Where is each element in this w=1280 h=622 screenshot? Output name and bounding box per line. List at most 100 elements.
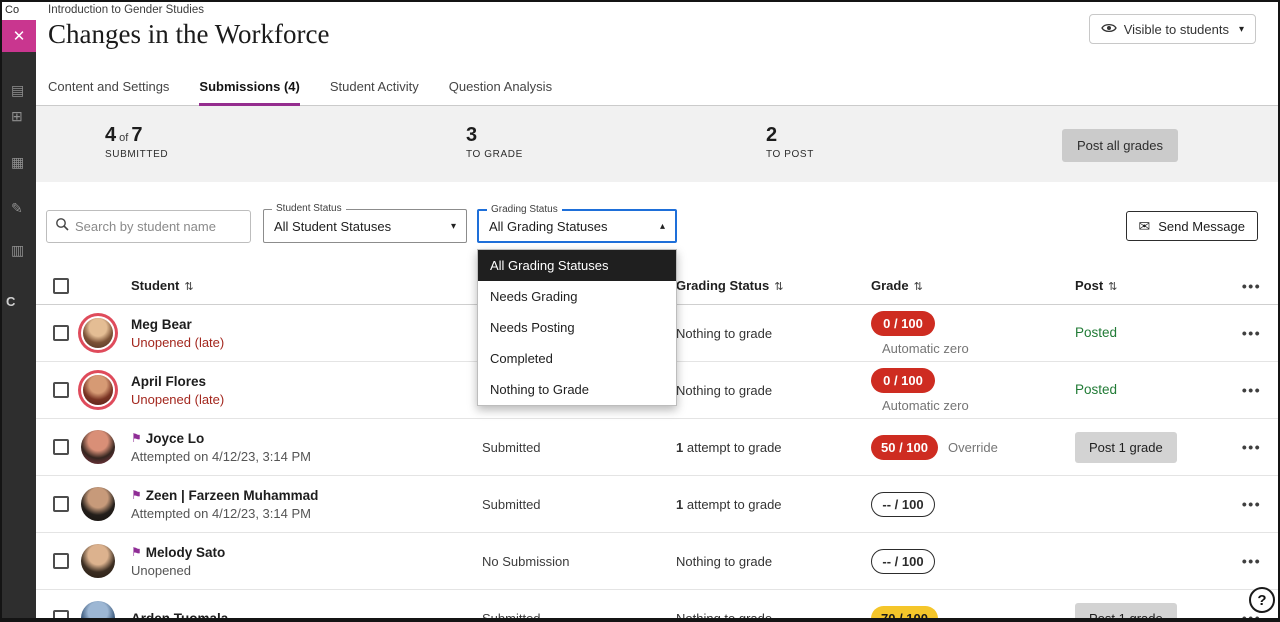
grading-status-cell: Nothing to grade — [676, 383, 871, 398]
eye-icon — [1101, 22, 1117, 37]
post-cell: Posted — [1075, 324, 1225, 342]
flag-icon: ⚑ — [131, 545, 142, 559]
course-sidebar-strip: Co ✕ ▤ ⊞ ▦ ✎ ▥ C — [2, 2, 36, 618]
menu-item-needs-posting[interactable]: Needs Posting — [478, 312, 676, 343]
grade-cell: 70 / 100 — [871, 606, 1075, 622]
menu-item-nothing-to-grade[interactable]: Nothing to Grade — [478, 374, 676, 405]
student-substatus: Attempted on 4/12/23, 3:14 PM — [131, 449, 482, 464]
tab-question-analysis[interactable]: Question Analysis — [449, 79, 552, 105]
search-icon — [55, 217, 69, 236]
to-post-count: 2 — [766, 124, 777, 147]
grade-pill[interactable]: 70 / 100 — [871, 606, 938, 622]
row-checkbox[interactable] — [53, 382, 69, 398]
page-title: Changes in the Workforce — [48, 19, 330, 50]
grade-pill[interactable]: -- / 100 — [871, 549, 935, 574]
tab-student-activity[interactable]: Student Activity — [330, 79, 419, 105]
student-name[interactable]: April Flores — [131, 374, 206, 389]
row-checkbox[interactable] — [53, 553, 69, 569]
visibility-dropdown[interactable]: Visible to students ▾ — [1089, 14, 1256, 44]
envelope-icon: ✉ — [1139, 218, 1151, 235]
row-overflow-menu[interactable]: ••• — [1225, 553, 1278, 569]
flag-icon: ⚑ — [131, 431, 142, 445]
column-grading-status[interactable]: Grading Status⇅ — [676, 278, 871, 293]
row-checkbox[interactable] — [53, 610, 69, 622]
override-label: Override — [948, 440, 998, 455]
grade-cell: -- / 100 — [871, 492, 1075, 517]
grade-pill[interactable]: 50 / 100 — [871, 435, 938, 460]
grade-cell: 50 / 100 Override — [871, 435, 1075, 460]
close-icon: ✕ — [13, 27, 26, 45]
to-post-label: TO POST — [766, 149, 814, 160]
menu-item-all-grading-statuses[interactable]: All Grading Statuses — [478, 250, 676, 281]
column-grade[interactable]: Grade⇅ — [871, 278, 1075, 293]
avatar — [81, 544, 115, 578]
send-message-button[interactable]: ✉ Send Message — [1126, 211, 1258, 241]
stat-to-grade: 3 TO GRADE — [466, 124, 523, 160]
grade-pill[interactable]: 0 / 100 — [871, 368, 935, 393]
student-status-select[interactable]: Student Status All Student Statuses ▾ — [263, 209, 467, 243]
stat-to-post: 2 TO POST — [766, 124, 814, 160]
table-row: ⚑Zeen | Farzeen Muhammad Attempted on 4/… — [36, 476, 1278, 533]
menu-item-completed[interactable]: Completed — [478, 343, 676, 374]
row-overflow-menu[interactable]: ••• — [1225, 496, 1278, 512]
tab-bar: Content and Settings Submissions (4) Stu… — [36, 70, 1278, 106]
sort-icon: ⇅ — [1108, 281, 1117, 293]
row-overflow-menu[interactable]: ••• — [1225, 610, 1278, 622]
posted-label: Posted — [1075, 325, 1117, 340]
table-row: ⚑Melody Sato Unopened No Submission Noth… — [36, 533, 1278, 590]
column-student[interactable]: Student⇅ — [131, 278, 482, 293]
submitted-of: of — [119, 132, 128, 144]
header-overflow-menu[interactable]: ••• — [1225, 278, 1278, 294]
grading-status-select[interactable]: Grading Status All Grading Statuses ▴ — [477, 209, 677, 243]
student-substatus: Unopened (late) — [131, 392, 482, 407]
help-button[interactable]: ? — [1249, 587, 1275, 613]
send-message-label: Send Message — [1158, 219, 1245, 234]
tab-submissions[interactable]: Submissions (4) — [199, 79, 299, 105]
student-name[interactable]: Joyce Lo — [146, 431, 205, 446]
student-name[interactable]: Zeen | Farzeen Muhammad — [146, 488, 319, 503]
submission-status: No Submission — [482, 554, 676, 569]
grading-status-value: All Grading Statuses — [489, 219, 608, 234]
post-grade-button[interactable]: Post 1 grade — [1075, 432, 1177, 463]
grade-cell: 0 / 100 Automatic zero — [871, 368, 1075, 413]
post-all-grades-button[interactable]: Post all grades — [1062, 129, 1178, 162]
submitted-total: 7 — [131, 124, 142, 147]
student-name[interactable]: Meg Bear — [131, 317, 192, 332]
submission-status: Submitted — [482, 440, 676, 455]
student-name[interactable]: Melody Sato — [146, 545, 226, 560]
row-checkbox[interactable] — [53, 496, 69, 512]
clipboard-icon: ▥ — [11, 242, 24, 259]
avatar — [81, 601, 115, 622]
grade-pill[interactable]: -- / 100 — [871, 492, 935, 517]
sidebar-clipped-letter: C — [6, 294, 15, 309]
sort-icon: ⇅ — [914, 281, 923, 293]
submission-status: Submitted — [482, 611, 676, 622]
post-grade-button[interactable]: Post 1 grade — [1075, 603, 1177, 622]
chevron-down-icon: ▾ — [1239, 24, 1244, 35]
row-overflow-menu[interactable]: ••• — [1225, 439, 1278, 455]
close-panel-button[interactable]: ✕ — [2, 20, 36, 52]
pencil-icon: ✎ — [11, 200, 23, 217]
student-name[interactable]: Arden Tuomala — [131, 611, 228, 622]
tab-content-and-settings[interactable]: Content and Settings — [48, 79, 169, 105]
row-overflow-menu[interactable]: ••• — [1225, 382, 1278, 398]
grade-pill[interactable]: 0 / 100 — [871, 311, 935, 336]
grade-cell: 0 / 100 Automatic zero — [871, 311, 1075, 356]
sidebar-clipped-text: Co — [2, 2, 36, 20]
row-checkbox[interactable] — [53, 439, 69, 455]
search-input[interactable] — [75, 219, 251, 234]
avatar — [83, 375, 113, 405]
row-checkbox[interactable] — [53, 325, 69, 341]
submission-status: Submitted — [482, 497, 676, 512]
menu-item-needs-grading[interactable]: Needs Grading — [478, 281, 676, 312]
post-cell: Post 1 grade — [1075, 603, 1225, 622]
row-overflow-menu[interactable]: ••• — [1225, 325, 1278, 341]
grading-status-cell: Nothing to grade — [676, 611, 871, 622]
posted-label: Posted — [1075, 382, 1117, 397]
avatar — [81, 430, 115, 464]
grade-note: Automatic zero — [882, 341, 969, 356]
chevron-up-icon: ▴ — [660, 221, 665, 232]
grade-cell: -- / 100 — [871, 549, 1075, 574]
column-post[interactable]: Post⇅ — [1075, 278, 1225, 293]
select-all-checkbox[interactable] — [53, 278, 69, 294]
